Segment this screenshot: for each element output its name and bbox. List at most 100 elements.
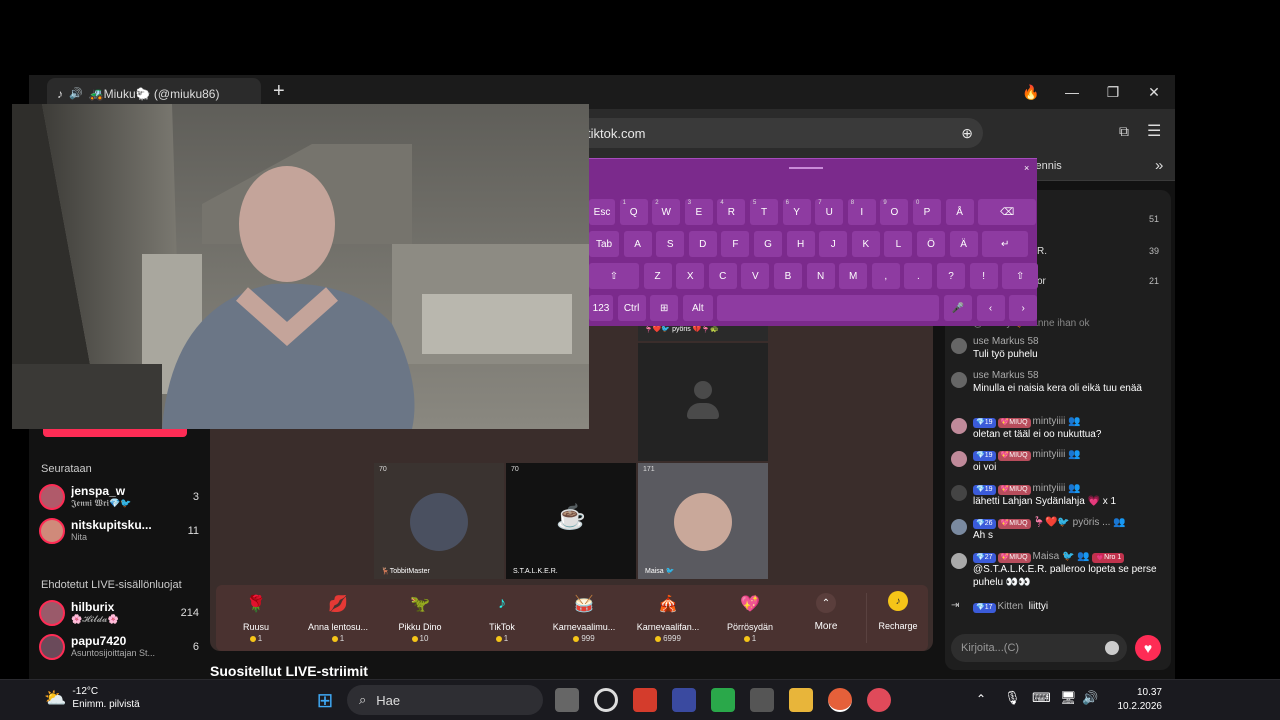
go-live-button[interactable]	[43, 429, 187, 437]
guest-cell[interactable]: 70 🦌TobbitMaster	[374, 463, 504, 579]
key[interactable]: H	[786, 231, 815, 257]
key[interactable]: ⇧	[589, 263, 639, 289]
stats-app-icon[interactable]	[711, 688, 735, 712]
key[interactable]: N	[806, 263, 835, 289]
key[interactable]: A	[623, 231, 652, 257]
key[interactable]: Tab	[589, 231, 619, 257]
key[interactable]: L	[884, 231, 913, 257]
empty-guest-cell[interactable]	[638, 343, 768, 461]
keyboard-icon[interactable]: ⌨	[1032, 690, 1051, 706]
key[interactable]: ↵	[982, 231, 1029, 257]
clock[interactable]: 10.37 10.2.2026	[1118, 686, 1163, 714]
key[interactable]: Y6	[782, 199, 811, 225]
key[interactable]: G	[754, 231, 782, 257]
key[interactable]: O9	[880, 199, 909, 225]
following-item[interactable]: nitskupitsku... Nita 11	[39, 515, 199, 547]
flame-icon[interactable]: 🔥	[1019, 81, 1043, 103]
close-button[interactable]: ✕	[1142, 81, 1166, 103]
menu-icon[interactable]: ☰	[1147, 121, 1161, 141]
key[interactable]: ›	[1009, 295, 1038, 321]
key[interactable]: !	[969, 263, 998, 289]
gift-item[interactable]: 💋 Anna lentosu... 1	[298, 591, 378, 643]
key[interactable]: U7	[815, 199, 844, 225]
more-bookmarks-icon[interactable]: »	[1155, 157, 1163, 174]
key[interactable]: M	[839, 263, 868, 289]
keyboard-drag-handle[interactable]	[789, 167, 823, 169]
key[interactable]: Q1	[619, 199, 648, 225]
url-field[interactable]: tiktok.com ⊕	[569, 118, 983, 148]
recharge-button[interactable]: ♪ Recharge	[858, 591, 938, 631]
microphone-icon[interactable]: 🎙	[1004, 690, 1021, 706]
key[interactable]: W2	[652, 199, 681, 225]
key[interactable]: F	[721, 231, 750, 257]
key[interactable]: D	[688, 231, 717, 257]
file-explorer-icon[interactable]	[789, 688, 813, 712]
key[interactable]: ?	[937, 263, 965, 289]
suggested-item[interactable]: papu7420 Asuntosijoittajan St... 6	[39, 631, 199, 663]
key[interactable]: P0	[913, 199, 941, 225]
like-heart-button[interactable]: ♥	[1135, 635, 1161, 661]
gift-item[interactable]: 🎪 Karnevaalifan... 6999	[628, 591, 708, 643]
key[interactable]: ,	[871, 263, 900, 289]
task-view-icon[interactable]	[555, 688, 579, 712]
key[interactable]: K	[851, 231, 880, 257]
key[interactable]: E3	[684, 199, 713, 225]
minimize-button[interactable]: —	[1060, 81, 1084, 103]
key[interactable]	[717, 295, 940, 321]
gift-item[interactable]: 🌹 Ruusu 1	[216, 591, 296, 643]
key[interactable]: R4	[717, 199, 746, 225]
key[interactable]: S	[656, 231, 685, 257]
keyboard-close-button[interactable]: ×	[1024, 163, 1029, 173]
red-app-icon[interactable]	[867, 688, 891, 712]
office-icon[interactable]	[633, 688, 657, 712]
key[interactable]: V	[741, 263, 770, 289]
windows-start-icon[interactable]: ⊞	[313, 688, 337, 712]
key[interactable]: ⌫	[978, 199, 1037, 225]
gift-item[interactable]: 🥁 Karnevaalimu... 999	[544, 591, 624, 643]
key[interactable]: C	[708, 263, 737, 289]
capture-icon[interactable]	[672, 688, 696, 712]
volume-icon[interactable]: 🔊	[1082, 690, 1098, 706]
key[interactable]: .	[904, 263, 933, 289]
browser-taskbar-icon[interactable]	[828, 688, 852, 712]
suggested-item[interactable]: hilburix 🌸𝓗𝓲𝓵𝓭𝓪🌸 214	[39, 597, 199, 629]
key[interactable]: T5	[750, 199, 778, 225]
chat-input[interactable]: Kirjoita...(C)	[951, 634, 1127, 662]
maximize-button[interactable]: ❐	[1101, 81, 1125, 103]
key[interactable]: Å	[945, 199, 974, 225]
key[interactable]: Esc	[589, 199, 615, 225]
key[interactable]: Ctrl	[617, 295, 646, 321]
key[interactable]: X	[676, 263, 705, 289]
key[interactable]: ⇧	[1002, 263, 1039, 289]
chat-message: 💎19 💖MIUQ mintyiiii 👥 oi voi	[951, 449, 1163, 474]
more-gifts-button[interactable]: ⌃ More	[786, 593, 866, 632]
key[interactable]: Z	[643, 263, 672, 289]
gift-item[interactable]: 🦖 Pikku Dino 10	[380, 591, 460, 643]
key[interactable]: ‹	[976, 295, 1005, 321]
gift-item[interactable]: ♪ TikTok 1	[462, 591, 542, 643]
new-tab-button[interactable]: +	[273, 80, 285, 103]
guest-cell[interactable]: ☕ 70 S.T.A.L.K.E.R.	[506, 463, 636, 579]
key[interactable]: ⊞	[650, 295, 679, 321]
weather-widget[interactable]: ⛅ -12°C Enimm. pilvistä	[44, 685, 140, 711]
gift-item[interactable]: 💖 Pörrösydän 1	[710, 591, 790, 643]
show-hidden-icons[interactable]: ⌃	[976, 692, 986, 706]
emoji-icon[interactable]	[1105, 641, 1119, 655]
speaker-icon[interactable]: 🔊	[69, 87, 83, 100]
guest-cell[interactable]: 171 Maisa 🐦	[638, 463, 768, 579]
key[interactable]: 123	[589, 295, 613, 321]
following-item[interactable]: jenspa_w 𝕵𝖊𝖓𝖓𝖎 𝖂𝖗𝖎💎🐦 3	[39, 481, 199, 513]
key[interactable]: Ö	[917, 231, 945, 257]
key[interactable]: I8	[847, 199, 876, 225]
key[interactable]: B	[774, 263, 802, 289]
chrome-icon[interactable]	[594, 688, 618, 712]
collections-icon[interactable]: ⧉	[1119, 123, 1129, 140]
calculator-icon[interactable]	[750, 688, 774, 712]
key[interactable]: Alt	[682, 295, 713, 321]
key[interactable]: J	[819, 231, 848, 257]
key[interactable]: 🎤	[944, 295, 972, 321]
key[interactable]: Ä	[949, 231, 978, 257]
network-icon[interactable]: 🖥	[1060, 690, 1077, 706]
share-icon[interactable]: ⊕	[961, 125, 973, 142]
search-box[interactable]: ⌕ Hae	[347, 685, 543, 715]
